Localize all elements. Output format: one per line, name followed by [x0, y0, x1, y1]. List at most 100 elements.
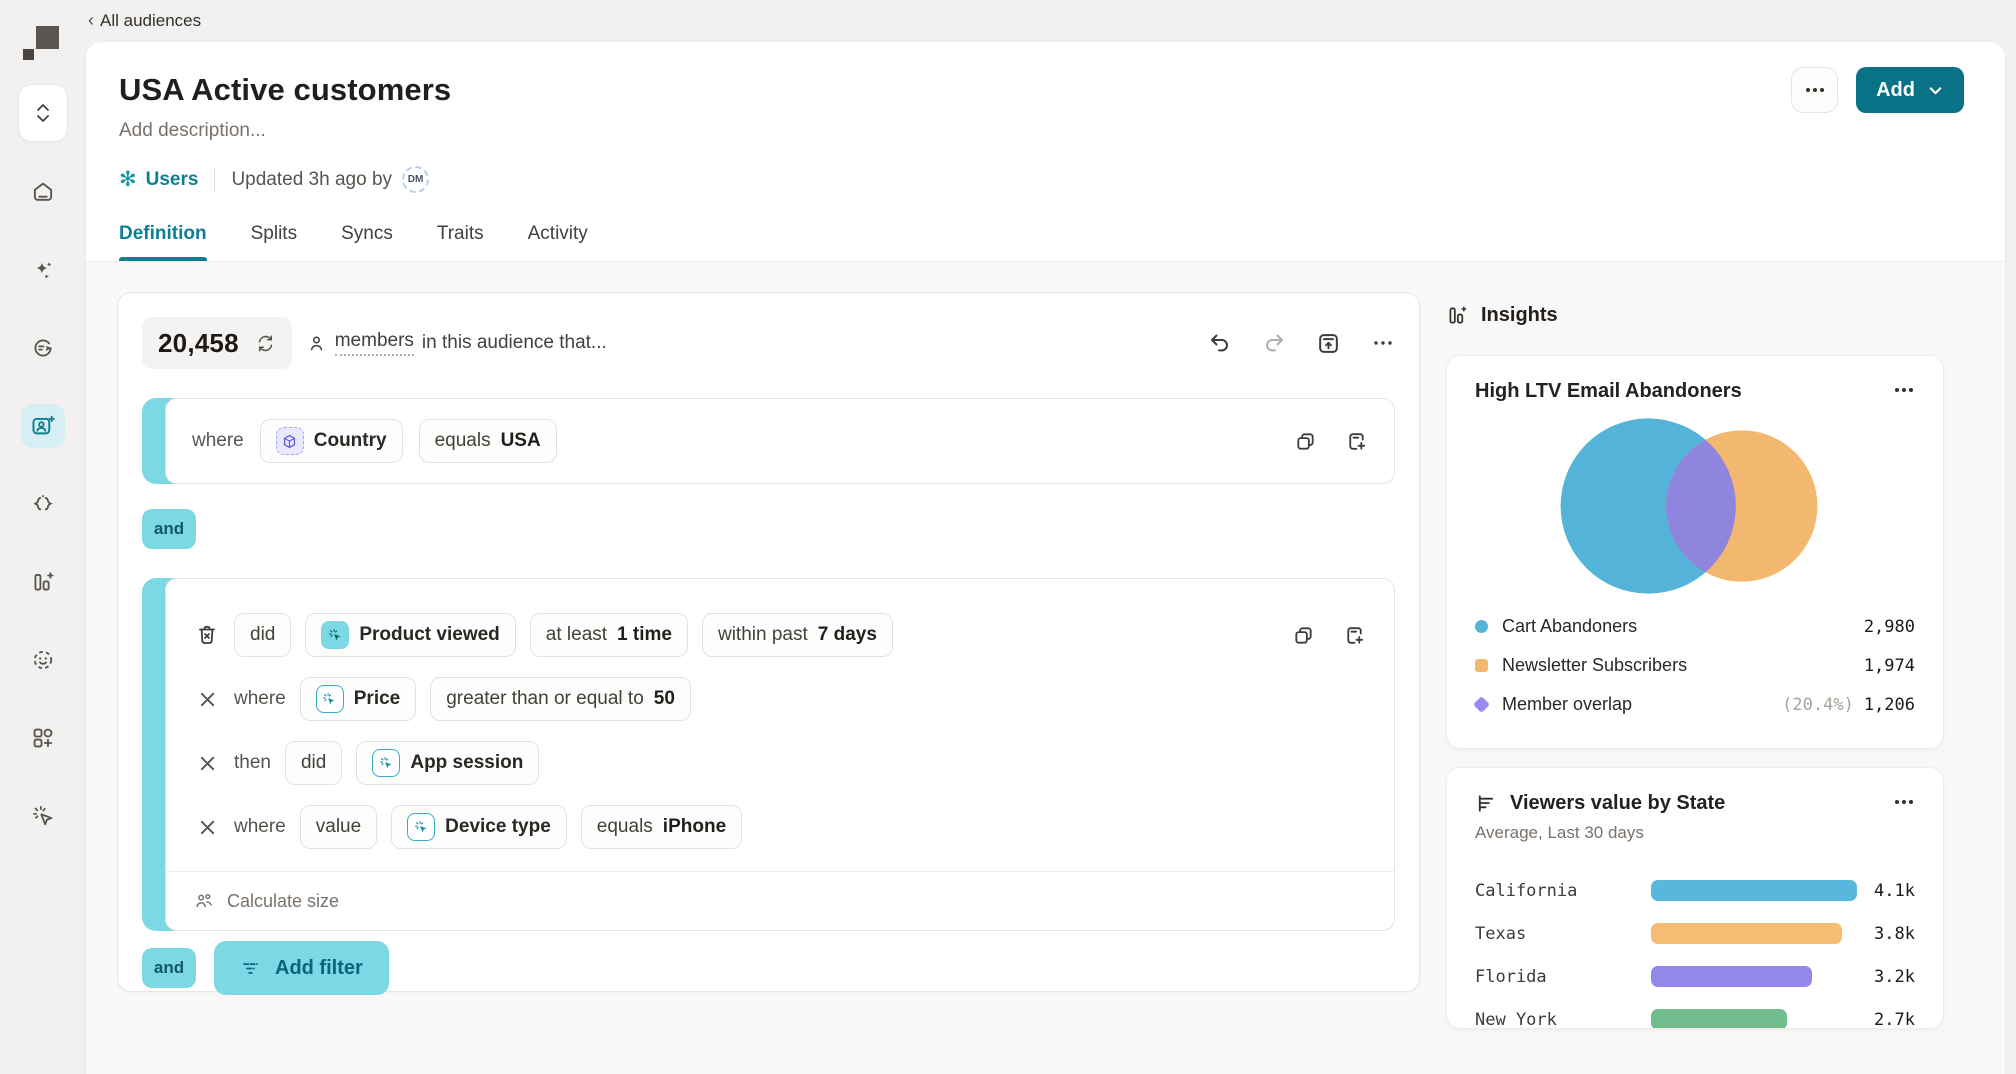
source-link[interactable]: ✻ Users	[119, 169, 198, 191]
legend-row: Member overlap (20.4%) 1,206	[1475, 685, 1915, 724]
keyword-where: where	[234, 688, 286, 710]
legend-percent: (20.4%)	[1782, 695, 1854, 715]
remove-refinement-button[interactable]	[194, 690, 220, 709]
x-icon	[198, 818, 217, 837]
app-logo[interactable]	[23, 26, 59, 60]
insights-header: Insights	[1446, 304, 1966, 327]
bar	[1651, 966, 1812, 987]
card-header: USA Active customers Add description... …	[86, 42, 2005, 262]
verb-pill[interactable]: did	[234, 613, 291, 657]
duplicate-button[interactable]	[1294, 430, 1317, 453]
file-plus-icon	[1343, 624, 1366, 647]
tab-splits[interactable]: Splits	[251, 223, 297, 261]
home-icon	[30, 179, 56, 205]
member-count-row: 20,458 members in this audience that...	[142, 317, 1395, 369]
archive-up-icon	[1316, 331, 1341, 356]
legend-value: 1,206	[1864, 695, 1915, 715]
audience-page-card: Add USA Active customers Add description…	[86, 42, 2005, 1074]
tab-definition[interactable]: Definition	[119, 223, 207, 261]
nav-apps[interactable]	[21, 716, 65, 760]
add-filter-button[interactable]: Add filter	[214, 941, 389, 995]
legend-row: Cart Abandoners 2,980	[1475, 607, 1915, 646]
description-placeholder[interactable]: Add description...	[119, 120, 1972, 142]
members-selector[interactable]: members	[335, 330, 414, 356]
operator-pill[interactable]: equals iPhone	[581, 805, 742, 849]
operator-pill[interactable]: greater than or equal to 50	[430, 677, 691, 721]
nav-audiences[interactable]	[21, 404, 65, 448]
venn-card-menu-button[interactable]	[1893, 380, 1915, 400]
save-as-button[interactable]	[1343, 624, 1366, 647]
verb-text: did	[301, 752, 326, 774]
operator-text: equals	[597, 816, 653, 838]
frequency-value: 1 time	[617, 624, 672, 646]
tab-traits[interactable]: Traits	[437, 223, 484, 261]
header-more-button[interactable]	[1791, 67, 1838, 113]
legend-marker-diamond	[1473, 696, 1490, 713]
bars-insight-card: Viewers value by State Average, Last 30 …	[1446, 767, 1944, 1029]
calculate-size-label: Calculate size	[227, 891, 339, 912]
person-icon	[306, 333, 327, 354]
calculate-size-button[interactable]: Calculate size	[166, 871, 1394, 930]
members-phrase: members in this audience that...	[306, 330, 607, 356]
operator-text: greater than or equal to	[446, 688, 644, 710]
refresh-button[interactable]	[255, 333, 276, 354]
event-pill-app-session[interactable]: App session	[356, 741, 539, 785]
avatar[interactable]: DM	[402, 166, 429, 193]
redo-button[interactable]	[1262, 331, 1286, 355]
refresh-icon	[255, 333, 276, 354]
tab-syncs[interactable]: Syncs	[341, 223, 393, 261]
rail-nav	[21, 170, 65, 838]
legend-marker-circle	[1475, 620, 1488, 633]
nav-journeys[interactable]	[21, 326, 65, 370]
value-pill[interactable]: value	[300, 805, 377, 849]
builder-more-button[interactable]	[1371, 331, 1395, 355]
remove-refinement-button[interactable]	[194, 818, 220, 837]
member-count: 20,458	[158, 328, 239, 359]
operator-value: USA	[501, 430, 541, 452]
row-actions	[1294, 430, 1368, 453]
undo-button[interactable]	[1208, 331, 1232, 355]
workspace-switcher[interactable]	[18, 84, 68, 142]
nav-assistant[interactable]	[21, 794, 65, 838]
add-button[interactable]: Add	[1856, 67, 1964, 113]
member-count-pill: 20,458	[142, 317, 292, 369]
bar-row: Florida 3.2k	[1475, 955, 1915, 998]
source-label: Users	[146, 169, 199, 191]
nav-home[interactable]	[21, 170, 65, 214]
property-pill-price[interactable]: Price	[300, 677, 416, 721]
audience-suffix-text: in this audience that...	[422, 332, 607, 354]
and-connector[interactable]: and	[142, 509, 196, 549]
nav-analytics[interactable]	[21, 560, 65, 604]
event-row: did Product viewed at least 1 time	[166, 603, 1394, 667]
save-version-button[interactable]	[1316, 331, 1341, 356]
bars-card-menu-button[interactable]	[1893, 792, 1915, 812]
frequency-pill[interactable]: at least 1 time	[530, 613, 688, 657]
condition-group-1: where Country equals USA	[142, 398, 1395, 484]
operator-value: 50	[654, 688, 675, 710]
bar	[1651, 923, 1842, 944]
remove-refinement-button[interactable]	[194, 754, 220, 773]
nav-ai[interactable]	[21, 248, 65, 292]
definition-builder: 20,458 members in this audience that...	[117, 292, 1420, 992]
time-window-pill[interactable]: within past 7 days	[702, 613, 893, 657]
snowflake-icon: ✻	[119, 169, 137, 190]
event-pill[interactable]: Product viewed	[305, 613, 515, 657]
operator-pill[interactable]: equals USA	[419, 419, 557, 463]
nav-identity[interactable]	[21, 638, 65, 682]
nav-versions[interactable]	[21, 482, 65, 526]
delete-condition-button[interactable]	[194, 623, 220, 647]
value-text: value	[316, 816, 361, 838]
breadcrumb[interactable]: ‹ All audiences	[88, 10, 201, 31]
undo-icon	[1208, 331, 1232, 355]
verb-pill[interactable]: did	[285, 741, 342, 785]
tab-bar: Definition Splits Syncs Traits Activity	[119, 223, 1972, 261]
filter-icon	[240, 958, 261, 979]
tab-activity[interactable]: Activity	[528, 223, 588, 261]
property-pill-device-type[interactable]: Device type	[391, 805, 567, 849]
duplicate-button[interactable]	[1292, 624, 1315, 647]
property-name: Device type	[445, 816, 551, 838]
and-connector[interactable]: and	[142, 948, 196, 988]
chevron-left-icon: ‹	[88, 10, 94, 31]
save-as-button[interactable]	[1345, 430, 1368, 453]
property-pill-country[interactable]: Country	[260, 419, 403, 463]
